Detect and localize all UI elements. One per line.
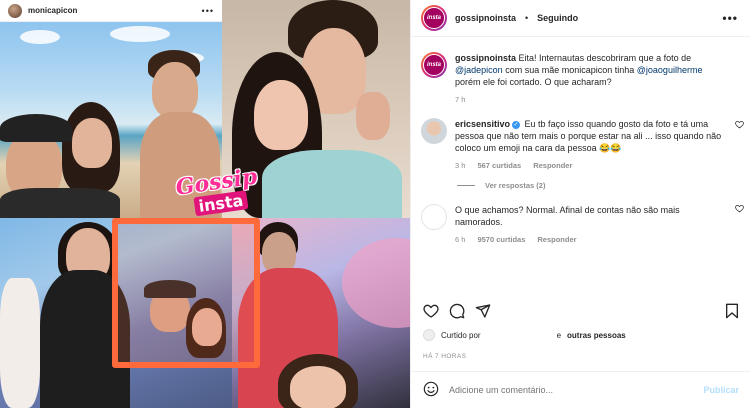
inner-post-avatar (8, 3, 22, 18)
caption-text: com sua mãe monicapicon tinha (505, 65, 635, 75)
verified-badge-icon: ✓ (512, 120, 521, 129)
replies-line (457, 185, 475, 186)
caption-text: porém ele foi cortado. O que acharam? (455, 77, 612, 87)
face-shape (290, 366, 346, 408)
comment-meta: 3 h 567 curtidas Responder (455, 160, 725, 172)
post-image[interactable]: monicapicon ••• Gossip insta (0, 0, 410, 408)
other-likers-link[interactable]: outras pessoas (567, 331, 626, 340)
gossip-insta-logo: Gossip insta (174, 164, 264, 236)
face-shape (254, 80, 308, 150)
comment-like-heart-icon[interactable] (735, 120, 744, 129)
inner-post-header: monicapicon ••• (0, 0, 222, 22)
like-heart-icon[interactable] (423, 303, 439, 319)
comment-body: ericsensitivo ✓ Eu tb faço isso quando go… (455, 118, 739, 172)
caption-meta: 7 h (455, 94, 725, 106)
cloud-shape (110, 26, 170, 42)
view-replies-label: Ver respostas (2) (485, 181, 546, 190)
account-username[interactable]: gossipnoinsta (455, 13, 516, 23)
commenter-avatar[interactable] (421, 204, 447, 230)
comment-like-heart-icon[interactable] (735, 204, 744, 213)
post-timestamp[interactable]: HÁ 7 HORAS (423, 353, 466, 360)
liked-by-prefix: Curtido por (441, 330, 481, 340)
face-shape (152, 62, 198, 118)
face-shape (72, 118, 112, 168)
balloon-shape (342, 238, 410, 328)
caption-username[interactable]: gossipnoinsta (455, 53, 516, 63)
save-bookmark-icon[interactable] (725, 303, 739, 319)
top-shape (262, 150, 402, 218)
following-button[interactable]: Seguindo (537, 13, 578, 23)
post-side-panel: insta gossipnoinsta • Seguindo ••• insta… (410, 0, 750, 408)
hand-shape (356, 92, 390, 140)
caption-time[interactable]: 7 h (455, 94, 465, 106)
emoji-icon[interactable] (423, 381, 439, 399)
cap-shape (0, 114, 72, 142)
reply-button[interactable]: Responder (533, 160, 572, 172)
comment-meta: 6 h 9570 curtidas Responder (455, 234, 725, 246)
post-actions (411, 300, 750, 322)
inner-post-username: monicapicon (28, 6, 78, 15)
shirt-shape (0, 188, 120, 218)
comment-time[interactable]: 3 h (455, 160, 465, 172)
liked-by-line[interactable]: Curtido por e outras pessoas (423, 329, 626, 341)
caption-avatar[interactable]: insta (421, 52, 447, 78)
comment: ericsensitivo ✓ Eu tb faço isso quando go… (411, 106, 750, 172)
account-avatar-text: insta (423, 7, 445, 29)
add-comment-bar: Publicar (411, 371, 750, 408)
share-paper-plane-icon[interactable] (475, 303, 491, 319)
orange-acrylic-frame (112, 218, 260, 368)
commenter-avatar[interactable] (421, 118, 447, 144)
more-options-icon[interactable]: ••• (722, 11, 738, 25)
caption-text: Eita! Internautas descobriram que a foto… (518, 53, 692, 63)
comment-likes[interactable]: 567 curtidas (477, 160, 521, 172)
publish-button[interactable]: Publicar (703, 385, 739, 395)
reply-button[interactable]: Responder (537, 234, 576, 246)
instagram-post-window: monicapicon ••• Gossip insta insta gossi… (0, 0, 750, 408)
hidden-liker-name (487, 331, 551, 339)
post-header: insta gossipnoinsta • Seguindo ••• (411, 0, 750, 37)
comment-body: O que achamos? Normal. Afinal de contas … (455, 204, 739, 246)
liker-avatar (423, 329, 435, 341)
inner-post-more-icon: ••• (201, 5, 214, 16)
comment-likes[interactable]: 9570 curtidas (477, 234, 525, 246)
separator-dot: • (525, 13, 529, 23)
caption: insta gossipnoinsta Eita! Internautas de… (411, 44, 750, 106)
caption-body: gossipnoinsta Eita! Internautas descobri… (455, 52, 739, 106)
caption-avatar-text: insta (423, 54, 445, 76)
mention-link[interactable]: @joaoguilherme (637, 65, 703, 75)
comment-input[interactable] (449, 385, 694, 395)
comment-text: O que achamos? Normal. Afinal de contas … (455, 205, 680, 227)
comment-bubble-icon[interactable] (449, 303, 465, 319)
liked-by-connector: e (556, 330, 562, 340)
view-replies-button[interactable]: Ver respostas (2) (411, 172, 750, 190)
commenter-username[interactable]: ericsensitivo (455, 119, 510, 129)
account-avatar[interactable]: insta (421, 5, 447, 31)
mention-link[interactable]: @jadepicon (455, 65, 503, 75)
arm-shape (0, 278, 40, 408)
cloud-shape (20, 30, 60, 44)
comment: O que achamos? Normal. Afinal de contas … (411, 190, 750, 246)
comments-section[interactable]: insta gossipnoinsta Eita! Internautas de… (411, 44, 750, 294)
comment-time[interactable]: 6 h (455, 234, 465, 246)
